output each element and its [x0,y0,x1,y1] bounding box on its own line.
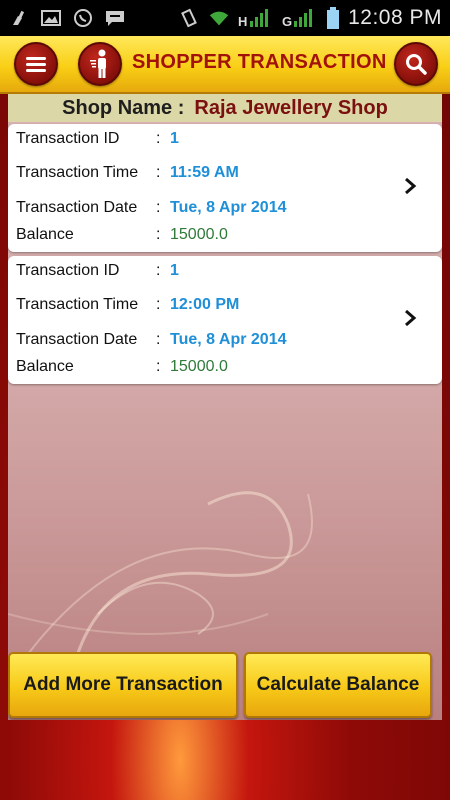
wifi-icon [208,8,230,28]
transaction-time-label: Transaction Time [16,296,139,313]
signal-icon-2: G [282,8,318,29]
balance-label: Balance [16,358,74,375]
menu-button[interactable] [14,42,58,86]
transaction-date-row: Transaction Date : Tue, 8 Apr 2014 [16,197,287,219]
balance-value: 15000.0 [170,358,228,375]
menu-icon [26,57,46,72]
shop-name-label: Shop Name : [62,96,185,119]
transaction-time-row: Transaction Time : 11:59 AM [16,162,239,184]
app-header: SHOPPER TRANSACTION [0,36,450,94]
broom-icon [8,8,30,28]
svg-text:G: G [282,14,292,29]
signal-icon-1: H [238,8,274,29]
transaction-card[interactable]: Transaction ID : 1 Transaction Time : 12… [8,256,442,384]
status-clock: 12:08 PM [348,6,442,29]
separator: : [156,358,161,375]
calculate-balance-button[interactable]: Calculate Balance [244,652,432,718]
transaction-date-value: Tue, 8 Apr 2014 [170,331,287,348]
content-panel: Shop Name : Raja Jewellery Shop Transact… [8,94,442,720]
profile-button[interactable] [78,42,122,86]
balance-row: Balance : 15000.0 [16,224,228,246]
chevron-right-icon[interactable] [402,176,418,196]
shop-name-bar: Shop Name : Raja Jewellery Shop [8,94,442,122]
transaction-date-value: Tue, 8 Apr 2014 [170,199,287,216]
transaction-time-value: 11:59 AM [170,164,239,181]
separator: : [156,130,161,147]
transaction-time-value: 12:00 PM [170,296,240,313]
transaction-time-label: Transaction Time [16,164,139,181]
separator: : [156,262,161,279]
separator: : [156,199,161,216]
transaction-card[interactable]: Transaction ID : 1 Transaction Time : 11… [8,124,442,252]
page-title: SHOPPER TRANSACTION [132,51,387,73]
balance-row: Balance : 15000.0 [16,356,228,378]
separator: : [156,331,161,348]
separator: : [156,226,161,243]
balance-value: 15000.0 [170,226,228,243]
transaction-date-label: Transaction Date [16,331,138,348]
chat-icon [104,8,126,28]
transaction-id-value: 1 [170,130,179,147]
transaction-id-label: Transaction ID [16,262,120,279]
transaction-id-label: Transaction ID [16,130,120,147]
shop-name-value: Raja Jewellery Shop [194,96,388,119]
search-button[interactable] [394,42,438,86]
transaction-time-row: Transaction Time : 12:00 PM [16,294,239,316]
transaction-id-row: Transaction ID : 1 [16,260,179,282]
image-icon [40,8,62,28]
add-more-transaction-button[interactable]: Add More Transaction [8,652,238,718]
separator: : [156,296,161,313]
person-icon [90,49,106,78]
transaction-id-row: Transaction ID : 1 [16,128,179,150]
transaction-date-label: Transaction Date [16,199,138,216]
transaction-id-value: 1 [170,262,179,279]
balance-label: Balance [16,226,74,243]
search-icon [406,54,427,75]
whatsapp-icon [72,8,94,28]
svg-text:H: H [238,14,247,29]
transaction-date-row: Transaction Date : Tue, 8 Apr 2014 [16,329,287,351]
chevron-right-icon[interactable] [402,308,418,328]
status-bar: H G 12:08 PM [0,0,450,36]
separator: : [156,164,161,181]
battery-icon [326,7,340,29]
vibrate-icon [178,8,200,28]
